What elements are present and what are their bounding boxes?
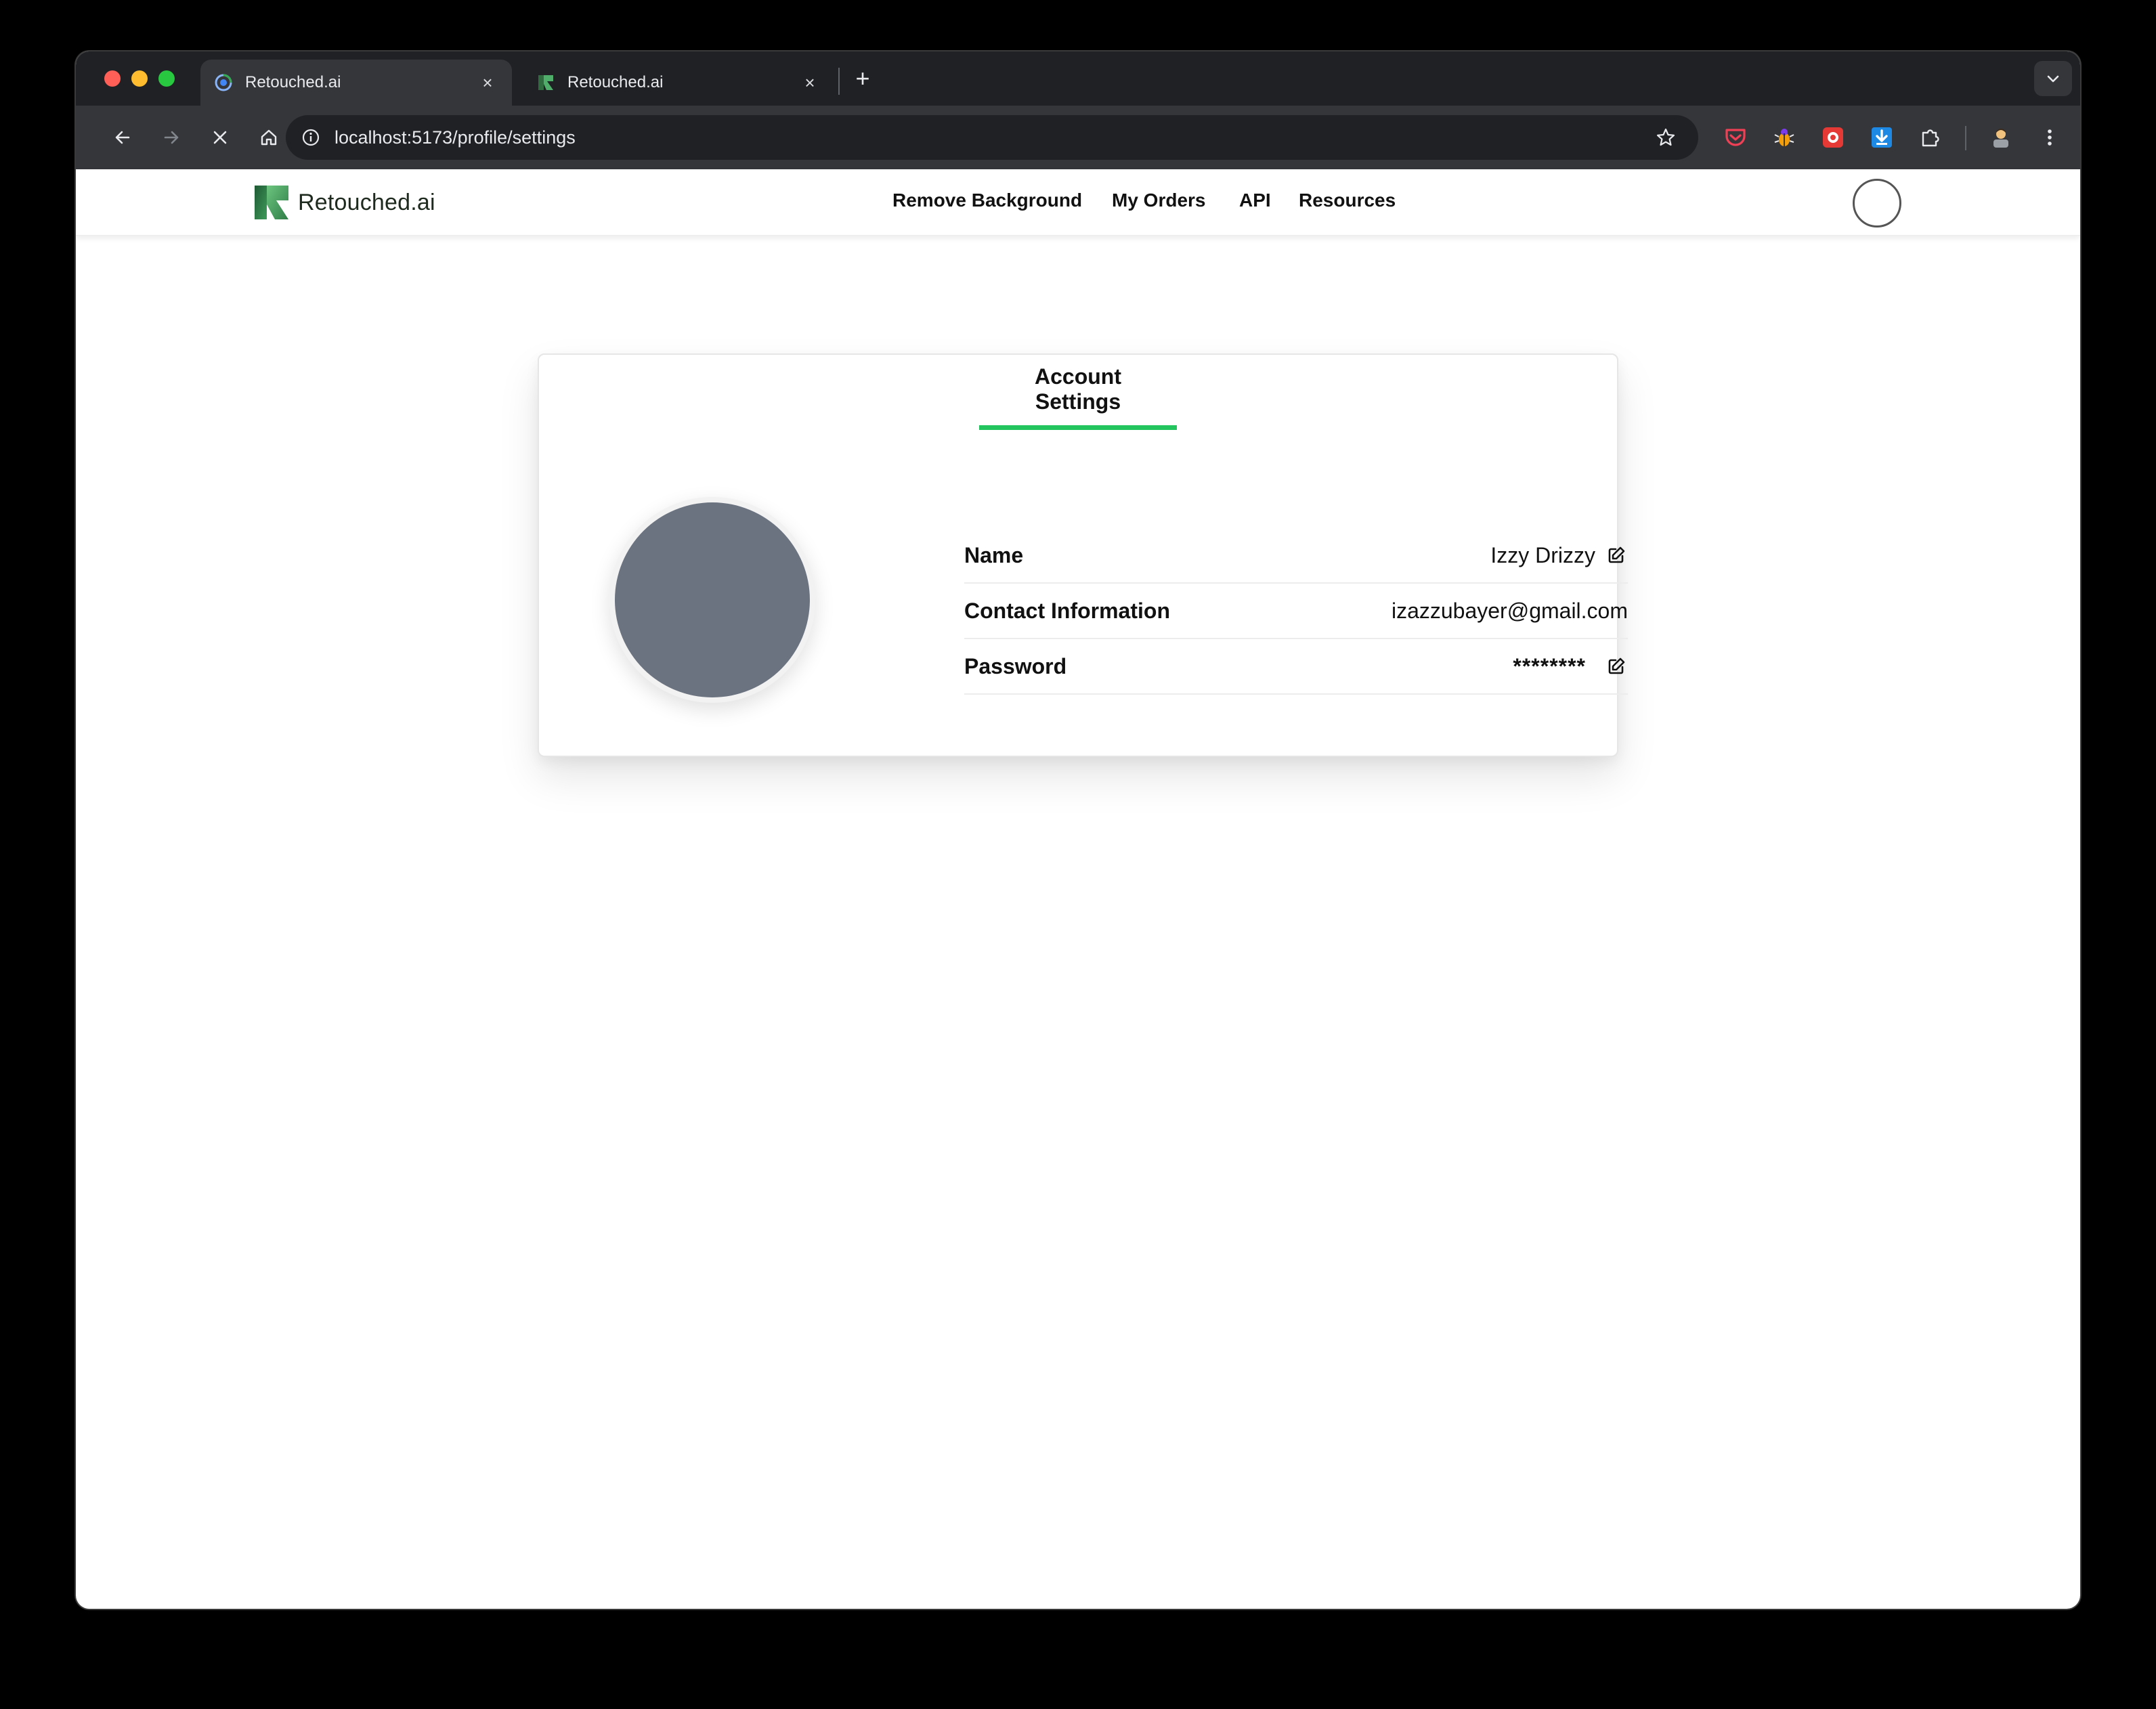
pocket-extension-icon[interactable] [1721, 123, 1750, 152]
chevron-down-icon [2047, 75, 2059, 83]
stop-loading-button[interactable] [203, 121, 237, 154]
arrow-left-icon [115, 131, 130, 144]
tab-retouched-active[interactable]: Retouched.ai × [200, 60, 512, 106]
profile-button[interactable] [1987, 123, 2015, 152]
arrow-right-icon [164, 131, 179, 144]
edit-icon [1608, 657, 1625, 674]
edit-password-icon[interactable] [1605, 655, 1628, 678]
browser-toolbar: localhost:5173/profile/settings [76, 106, 2080, 169]
loading-favicon-icon [215, 74, 232, 91]
profile-avatar-icon [1993, 129, 2008, 148]
tab-account-settings-label: Account Settings [979, 364, 1177, 430]
field-row-contact: Contact Information izazzubayer@gmail.co… [964, 584, 1628, 639]
close-window-button[interactable] [104, 70, 121, 87]
info-icon[interactable] [299, 126, 322, 149]
nav-api[interactable]: API [1239, 190, 1271, 211]
extension-badge-icon [1823, 127, 1843, 148]
tab-title: Retouched.ai [245, 73, 341, 91]
main-nav: Remove Background My Orders API Resource… [76, 169, 2080, 236]
home-icon [261, 129, 277, 146]
minimize-window-button[interactable] [131, 70, 148, 87]
profile-picture[interactable] [609, 497, 815, 703]
nav-my-orders[interactable]: My Orders [1112, 190, 1206, 211]
download-icon [1872, 127, 1892, 148]
field-label: Password [964, 653, 1067, 678]
retouched-favicon-icon [538, 75, 553, 90]
pocket-icon [1725, 129, 1746, 146]
tab-separator [838, 68, 840, 95]
nav-resources[interactable]: Resources [1299, 190, 1396, 211]
edit-icon [1608, 546, 1625, 563]
tab-retouched-inactive[interactable]: Retouched.ai × [523, 60, 834, 106]
tab-strip: Retouched.ai × Retouched.ai × + [76, 51, 2080, 106]
kebab-menu-icon [2048, 129, 2052, 146]
new-tab-button[interactable]: + [848, 64, 878, 93]
field-row-name: Name Izzy Drizzy [964, 528, 1628, 584]
field-value-name: Izzy Drizzy [1490, 542, 1595, 567]
star-icon [1656, 128, 1675, 146]
profile-picture-placeholder [615, 502, 810, 697]
info-icon-glyph [302, 129, 320, 146]
account-settings-card: Account Settings Name Izzy Drizzy Contac… [538, 353, 1628, 757]
tab-search-button[interactable] [2034, 61, 2072, 96]
nav-remove-background[interactable]: Remove Background [892, 190, 1082, 211]
edit-name-icon[interactable] [1605, 544, 1628, 567]
home-button[interactable] [252, 121, 286, 154]
close-icon [213, 131, 227, 144]
bug-icon [1774, 129, 1794, 146]
puzzle-icon [1922, 129, 1939, 147]
tab-title: Retouched.ai [567, 73, 664, 91]
site-header: Retouched.ai Remove Background My Orders… [76, 169, 2080, 236]
user-avatar-button[interactable] [1853, 179, 1901, 228]
zoom-window-button[interactable] [158, 70, 175, 87]
toolbar-divider [1965, 126, 1966, 150]
field-value-email: izazzubayer@gmail.com [1391, 598, 1628, 623]
browser-window: Retouched.ai × Retouched.ai × + localhos… [76, 51, 2080, 1609]
tab-account-settings[interactable]: Account Settings [539, 364, 1617, 430]
back-button[interactable] [106, 121, 139, 154]
field-row-password: Password ******** [964, 639, 1628, 695]
red-extension-icon[interactable] [1819, 123, 1847, 152]
bookmark-star-icon[interactable] [1651, 123, 1681, 152]
bug-extension-icon[interactable] [1770, 123, 1798, 152]
tab-close-icon[interactable]: × [477, 72, 498, 93]
extensions-puzzle-button[interactable] [1916, 123, 1945, 152]
forward-button[interactable] [154, 121, 188, 154]
download-extension-icon[interactable] [1868, 123, 1896, 152]
url-text[interactable]: localhost:5173/profile/settings [335, 127, 1651, 148]
field-label: Contact Information [964, 598, 1170, 623]
address-bar[interactable]: localhost:5173/profile/settings [286, 115, 1698, 160]
account-fields: Name Izzy Drizzy Contact Information iza… [964, 528, 1628, 695]
browser-menu-button[interactable] [2035, 123, 2064, 152]
field-value-password: ******** [1513, 653, 1586, 678]
tab-close-icon[interactable]: × [799, 72, 821, 93]
field-label: Name [964, 542, 1024, 567]
